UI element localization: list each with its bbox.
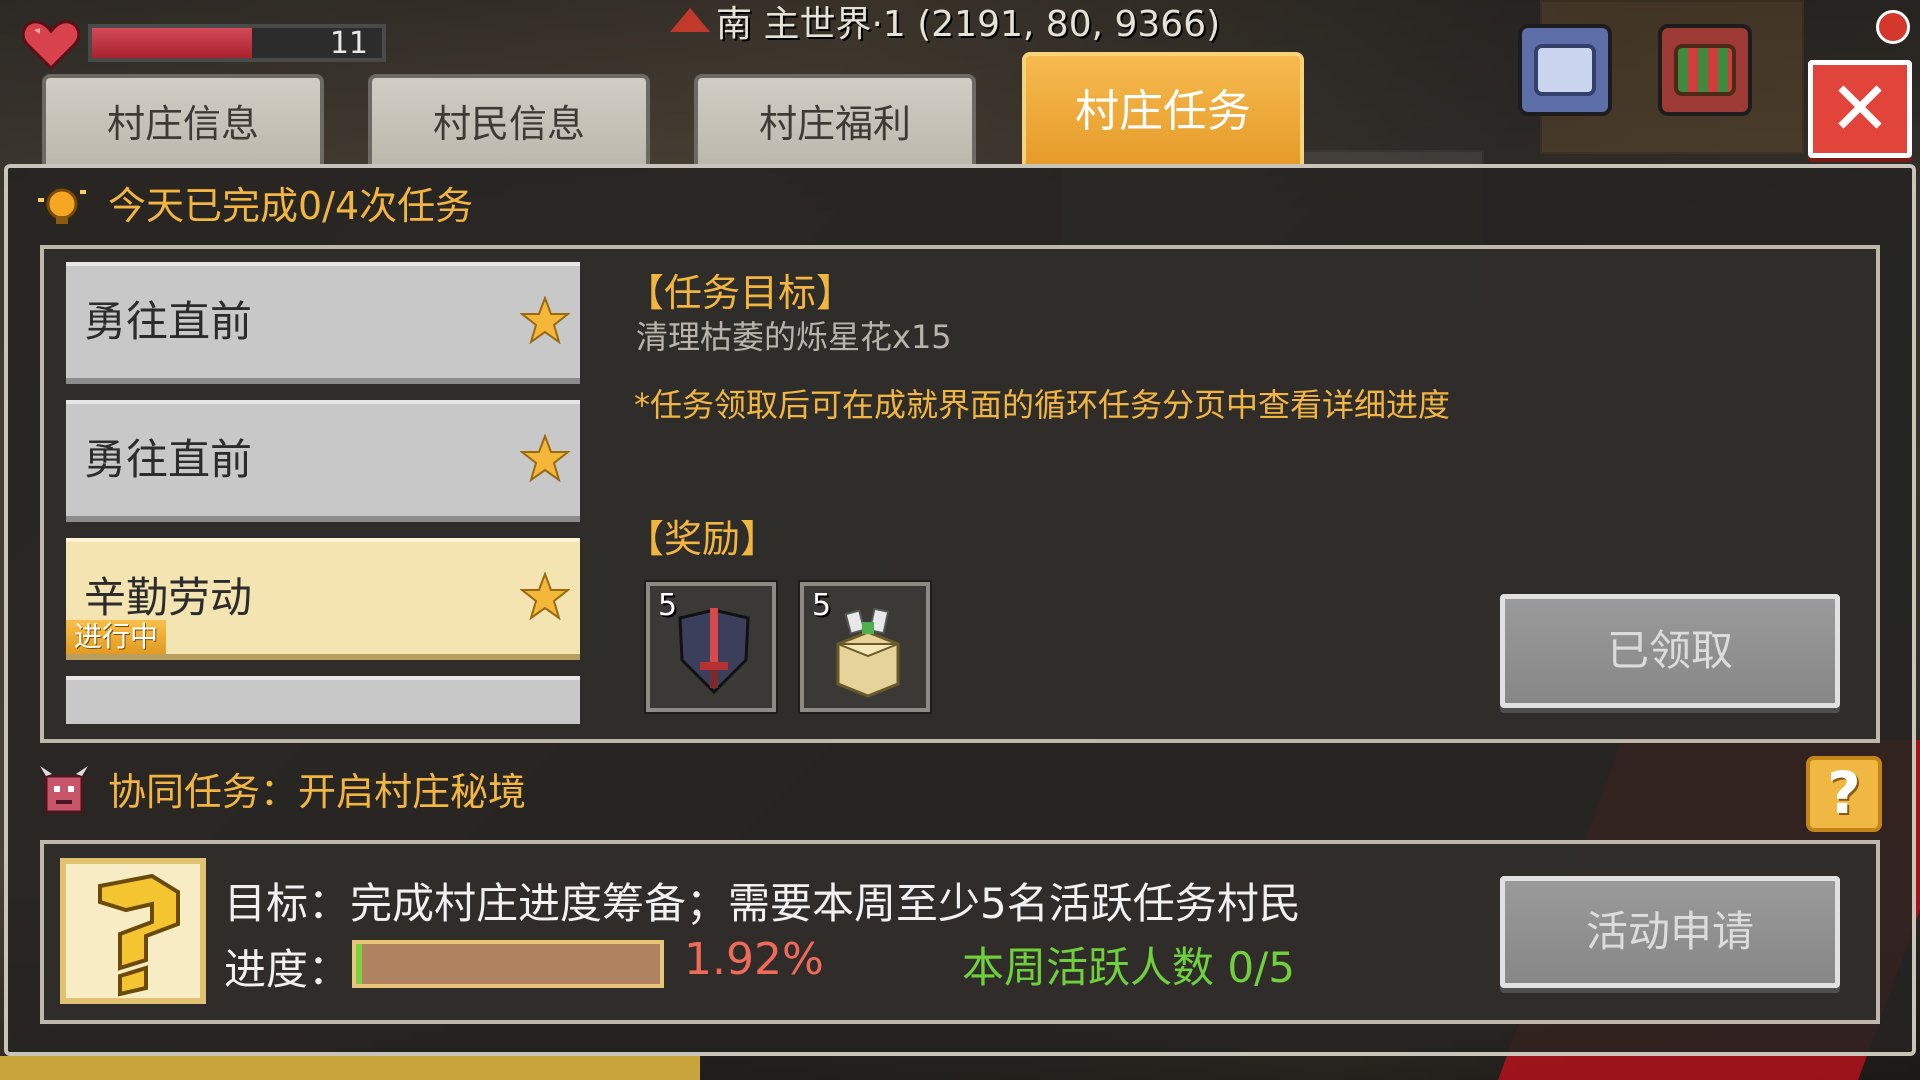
star-icon <box>520 434 570 482</box>
task-list[interactable]: 勇往直前 勇往直前 辛勤劳动 进行中 <box>66 262 580 724</box>
activity-apply-button[interactable]: 活动申请 <box>1500 876 1840 988</box>
coop-progress-bar <box>352 940 664 988</box>
tab-village-tasks[interactable]: 村庄任务 <box>1022 52 1304 164</box>
coop-task-title: 协同任务：开启村庄秘境 <box>108 770 527 814</box>
health-bar: 11 <box>88 24 386 62</box>
help-button[interactable]: ? <box>1806 756 1882 832</box>
close-button[interactable]: ✕ <box>1808 60 1912 158</box>
coop-progress-percent: 1.92% <box>684 934 824 985</box>
sword-shield-icon <box>678 608 750 695</box>
game-screen: 11 南 主世界·1 (2191, 80, 9366) ✕ 村庄信息 村民信息 … <box>0 0 1920 1080</box>
compass-arrow-icon <box>670 8 710 32</box>
star-icon <box>520 296 570 344</box>
chat-bubble-icon <box>1534 44 1596 96</box>
shop-stall-icon <box>1674 44 1736 96</box>
task-item-current[interactable]: 辛勤劳动 进行中 <box>66 538 580 660</box>
task-item[interactable]: 勇往直前 <box>66 400 580 522</box>
coop-goal-text: 目标：完成村庄进度筹备；需要本周至少5名活跃任务村民 <box>224 879 1301 928</box>
coop-progress-fill <box>356 944 363 984</box>
in-progress-badge: 进行中 <box>66 620 167 654</box>
daily-task-count: 今天已完成0/4次任务 <box>108 184 474 228</box>
tab-village-welfare[interactable]: 村庄福利 <box>694 74 976 164</box>
lightbulb-icon <box>38 188 86 224</box>
question-block-icon <box>98 873 180 997</box>
task-name: 勇往直前 <box>84 435 253 484</box>
star-icon <box>520 572 570 620</box>
close-icon: ✕ <box>1828 66 1891 152</box>
demon-mask-icon <box>40 766 88 814</box>
goal-text: 清理枯萎的烁星花x15 <box>636 318 952 356</box>
task-name: 勇往直前 <box>84 297 253 346</box>
treasure-box-icon <box>836 607 900 698</box>
task-item[interactable]: 勇往直前 <box>66 262 580 384</box>
claimed-button[interactable]: 已领取 <box>1500 594 1840 708</box>
reward-slot[interactable]: 5 <box>798 580 932 714</box>
task-item-partial[interactable] <box>66 676 580 724</box>
goal-heading: 【任务目标】 <box>626 271 855 315</box>
notification-dot <box>1876 10 1910 44</box>
shop-button[interactable] <box>1658 24 1752 116</box>
tab-village-info[interactable]: 村庄信息 <box>42 74 324 164</box>
world-yellow-block <box>0 1056 700 1080</box>
location-readout: 南 主世界·1 (2191, 80, 9366) <box>670 0 1220 50</box>
heart-icon <box>22 20 80 70</box>
health-value: 11 <box>329 26 368 61</box>
coop-task-image <box>60 858 206 1004</box>
location-text: 南 主世界·1 (2191, 80, 9366) <box>716 4 1221 45</box>
chat-button[interactable] <box>1518 24 1612 116</box>
reward-heading: 【奖励】 <box>626 517 779 561</box>
health-bar-fill <box>92 28 252 58</box>
reward-slot[interactable]: 5 <box>644 580 778 714</box>
coop-progress-label: 进度： <box>224 945 351 994</box>
weekly-active-count: 本周活跃人数 0/5 <box>962 943 1295 992</box>
goal-note: *任务领取后可在成就界面的循环任务分页中查看详细进度 <box>634 386 1451 424</box>
tab-villager-info[interactable]: 村民信息 <box>368 74 650 164</box>
